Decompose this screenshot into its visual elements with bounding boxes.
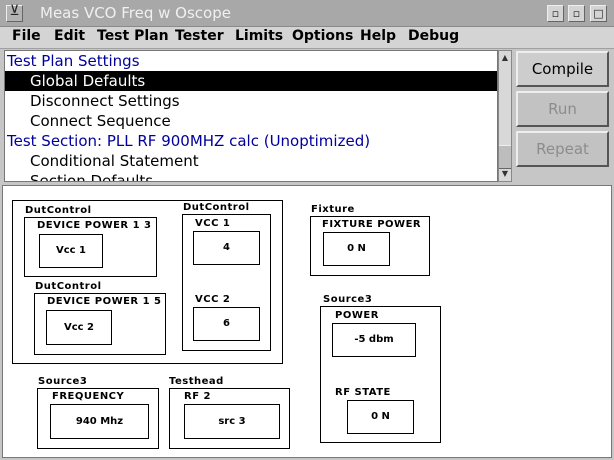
restore-icon: ▫: [572, 7, 581, 20]
maximize-button[interactable]: □: [590, 5, 607, 22]
fixture-group-label: Fixture: [311, 204, 355, 215]
vcc1-setting: 4: [223, 242, 230, 253]
frequency-panel[interactable]: FREQUENCY 940 Mhz: [37, 388, 159, 449]
vcc2-value: Vcc 2: [63, 322, 95, 333]
dut3-group-label: DutControl: [183, 202, 250, 213]
frequency-value: 940 Mhz: [75, 416, 124, 427]
list-item-section-defaults[interactable]: Section Defaults: [5, 171, 497, 181]
menu-bar: File Edit Test Plan Tester Limits Option…: [0, 27, 614, 49]
source3-power-group-label: Source3: [323, 294, 373, 305]
title-bar: ⊻ Meas VCO Freq w Oscope ▫ ▫ □: [0, 0, 614, 27]
frequency-value-box[interactable]: 940 Mhz: [50, 404, 149, 439]
fixture-power-value: 0 N: [347, 243, 366, 254]
menu-tester[interactable]: Tester: [175, 28, 224, 44]
menu-test-plan[interactable]: Test Plan: [97, 28, 169, 44]
source3-power-panel[interactable]: POWER -5 dbm RF STATE 0 N: [320, 306, 441, 443]
power-value: -5 dbm: [354, 334, 394, 345]
source3-freq-group-label: Source3: [38, 376, 88, 387]
menu-options[interactable]: Options: [292, 28, 353, 44]
window-title: Meas VCO Freq w Oscope: [40, 4, 231, 22]
menu-help[interactable]: Help: [360, 28, 396, 44]
vcc2-title: VCC 2: [195, 294, 231, 305]
menu-edit[interactable]: Edit: [54, 28, 85, 44]
list-item-disconnect-settings[interactable]: Disconnect Settings: [5, 91, 497, 111]
device-power-15-title: DEVICE POWER 1 5: [47, 296, 162, 307]
power-value-box[interactable]: -5 dbm: [332, 323, 416, 357]
power-title: POWER: [335, 310, 379, 321]
repeat-button[interactable]: Repeat: [516, 131, 609, 167]
fixture-power-title: FIXTURE POWER: [322, 219, 422, 230]
rf2-title: RF 2: [184, 391, 211, 402]
maximize-icon: □: [593, 7, 604, 20]
list-scrollbar[interactable]: ▲ ▼: [498, 50, 512, 182]
scroll-up-icon[interactable]: ▲: [499, 51, 511, 65]
scroll-down-icon[interactable]: ▼: [499, 167, 511, 181]
test-plan-list[interactable]: Test Plan Settings Global Defaults Disco…: [4, 50, 498, 182]
rf2-value-box[interactable]: src 3: [184, 404, 280, 439]
testhead-rf2-panel[interactable]: RF 2 src 3: [169, 388, 290, 449]
list-item-connect-sequence[interactable]: Connect Sequence: [5, 111, 497, 131]
settings-canvas: DutControl DEVICE POWER 1 3 Vcc 1 DutCon…: [2, 185, 612, 458]
vcc2-setting-box[interactable]: 6: [193, 307, 260, 341]
scrollbar-thumb[interactable]: [499, 145, 511, 169]
device-power-13-panel[interactable]: DEVICE POWER 1 3 Vcc 1: [24, 217, 157, 277]
minimize-button[interactable]: ▫: [547, 5, 564, 22]
rf-state-value-box[interactable]: 0 N: [347, 400, 414, 434]
list-item-test-section[interactable]: Test Section: PLL RF 900MHZ calc (Unopti…: [5, 131, 497, 151]
vcc-panel[interactable]: VCC 1 4 VCC 2 6: [182, 214, 271, 351]
list-item-conditional-statement[interactable]: Conditional Statement: [5, 151, 497, 171]
list-item-global-defaults[interactable]: Global Defaults: [5, 71, 497, 91]
fixture-power-value-box[interactable]: 0 N: [323, 232, 390, 266]
device-power-13-title: DEVICE POWER 1 3: [37, 220, 152, 231]
rf-state-value: 0 N: [371, 411, 390, 422]
dut1-group-label: DutControl: [25, 205, 92, 216]
minimize-icon: ▫: [551, 7, 560, 20]
restore-button[interactable]: ▫: [568, 5, 585, 22]
dut2-group-label: DutControl: [35, 281, 102, 292]
menu-debug[interactable]: Debug: [408, 28, 459, 44]
menu-limits[interactable]: Limits: [235, 28, 283, 44]
device-power-15-panel[interactable]: DEVICE POWER 1 5 Vcc 2: [34, 293, 166, 355]
vcc2-value-box[interactable]: Vcc 2: [46, 310, 112, 345]
window-menu-button[interactable]: ⊻: [6, 3, 23, 22]
vcc1-value: Vcc 1: [55, 245, 87, 256]
testhead-group-label: Testhead: [169, 376, 224, 387]
menu-file[interactable]: File: [12, 28, 41, 44]
compile-button[interactable]: Compile: [516, 51, 609, 87]
frequency-title: FREQUENCY: [52, 391, 125, 402]
vcc1-title: VCC 1: [195, 218, 231, 229]
vcc1-setting-box[interactable]: 4: [193, 231, 260, 265]
rf2-value: src 3: [218, 416, 246, 427]
vcc1-value-box[interactable]: Vcc 1: [39, 234, 103, 268]
vcc2-setting: 6: [223, 318, 230, 329]
rf-state-title: RF STATE: [335, 387, 391, 398]
list-item-test-plan-settings[interactable]: Test Plan Settings: [5, 51, 497, 71]
window-menu-icon: ⊻: [9, 3, 20, 19]
run-button[interactable]: Run: [516, 91, 609, 127]
fixture-power-panel[interactable]: FIXTURE POWER 0 N: [310, 216, 430, 276]
